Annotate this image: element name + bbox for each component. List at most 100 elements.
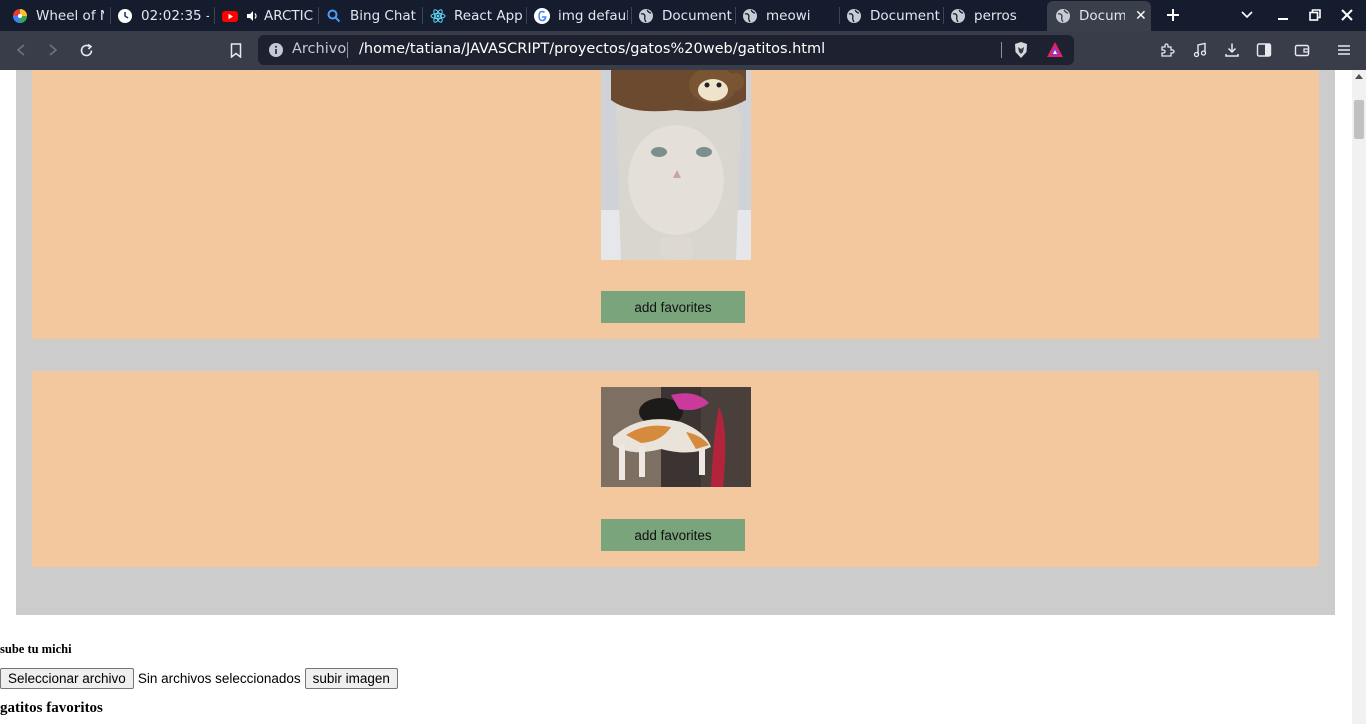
favorites-heading: gatitos favoritos bbox=[0, 700, 103, 716]
tab-label: React App bbox=[454, 7, 522, 24]
url-divider bbox=[1001, 42, 1002, 58]
brave-rewards-icon[interactable] bbox=[1046, 41, 1064, 63]
tab-label: Document bbox=[662, 7, 732, 24]
tab-list-button[interactable] bbox=[1236, 4, 1258, 26]
search-icon bbox=[326, 8, 342, 24]
brave-shield-icon[interactable] bbox=[1012, 41, 1030, 63]
tab-separator bbox=[631, 7, 632, 24]
media-button[interactable] bbox=[1188, 39, 1212, 61]
forward-arrow-icon bbox=[49, 44, 58, 56]
tab-separator bbox=[318, 7, 319, 24]
tab-label: img default bbox=[558, 7, 628, 24]
music-note-icon bbox=[1193, 42, 1207, 58]
forward-button[interactable] bbox=[41, 39, 65, 61]
cats-container: add favorites add favorites bbox=[16, 70, 1335, 615]
google-icon bbox=[534, 7, 550, 24]
bookmark-button[interactable] bbox=[224, 39, 248, 61]
cat-image bbox=[601, 70, 751, 260]
tab-document-2[interactable]: Document bbox=[846, 2, 942, 29]
globe-icon bbox=[846, 8, 862, 24]
scroll-up-arrow-icon[interactable] bbox=[1355, 74, 1363, 79]
cat-photo-monkey-hat bbox=[601, 70, 751, 260]
tab-label: Wheel of N bbox=[36, 7, 104, 24]
tab-label: Bing Chat w bbox=[350, 7, 418, 24]
restore-icon bbox=[1309, 9, 1321, 21]
browser-toolbar: Archivo /home/tatiana/JAVASCRIPT/proyect… bbox=[0, 31, 1366, 70]
tab-perros[interactable]: perros bbox=[950, 2, 1044, 29]
scroll-thumb[interactable] bbox=[1354, 100, 1364, 139]
tab-clock[interactable]: 02:02:35 - C bbox=[117, 2, 209, 29]
page-scrollbar[interactable] bbox=[1352, 70, 1366, 724]
cat-photo-held bbox=[601, 387, 751, 487]
add-favorites-button[interactable]: add favorites bbox=[601, 291, 745, 323]
close-window-button[interactable] bbox=[1336, 4, 1358, 26]
address-bar[interactable]: Archivo /home/tatiana/JAVASCRIPT/proyect… bbox=[258, 35, 1074, 65]
tab-strip: Wheel of N 02:02:35 - C ARCTIC Bing Chat… bbox=[0, 0, 1366, 31]
tab-label: Document bbox=[870, 7, 940, 24]
minimize-icon bbox=[1278, 18, 1288, 20]
minimize-button[interactable] bbox=[1272, 4, 1294, 26]
tab-active-document[interactable]: Docum ✕ bbox=[1047, 1, 1151, 31]
react-icon bbox=[430, 8, 446, 24]
tab-wheel[interactable]: Wheel of N bbox=[12, 2, 104, 29]
clock-icon bbox=[117, 8, 133, 24]
add-favorites-button[interactable]: add favorites bbox=[601, 519, 745, 551]
select-file-button[interactable]: Seleccionar archivo bbox=[0, 667, 134, 689]
tab-separator bbox=[943, 7, 944, 24]
download-icon bbox=[1225, 43, 1239, 57]
info-icon[interactable] bbox=[268, 42, 284, 58]
close-icon bbox=[1341, 9, 1353, 21]
new-tab-button[interactable] bbox=[1162, 4, 1184, 26]
tab-separator bbox=[110, 7, 111, 24]
close-tab-icon[interactable]: ✕ bbox=[1135, 8, 1147, 24]
puzzle-icon bbox=[1161, 43, 1175, 57]
tab-label: perros bbox=[974, 7, 1017, 24]
youtube-icon bbox=[222, 8, 238, 24]
tab-separator bbox=[839, 7, 840, 24]
globe-icon bbox=[638, 8, 654, 24]
plus-icon bbox=[1167, 9, 1179, 21]
menu-button[interactable] bbox=[1332, 39, 1356, 61]
cat-card: add favorites bbox=[32, 371, 1319, 567]
wallet-icon bbox=[1294, 44, 1310, 57]
wallet-button[interactable] bbox=[1290, 39, 1314, 61]
restore-button[interactable] bbox=[1304, 4, 1326, 26]
back-button[interactable] bbox=[9, 39, 33, 61]
sidebar-button[interactable] bbox=[1252, 39, 1276, 61]
reload-button[interactable] bbox=[74, 39, 98, 61]
tab-bing[interactable]: Bing Chat w bbox=[326, 2, 418, 29]
reload-icon bbox=[80, 43, 92, 56]
url-scheme-label: Archivo bbox=[292, 41, 347, 57]
tab-separator bbox=[735, 7, 736, 24]
tab-document-1[interactable]: Document bbox=[638, 2, 734, 29]
globe-icon bbox=[1055, 8, 1071, 24]
hamburger-menu-icon bbox=[1338, 45, 1350, 55]
page-viewport: add favorites add favorites sube tu mich… bbox=[0, 70, 1352, 724]
chevron-down-icon bbox=[1241, 11, 1253, 19]
tab-youtube[interactable]: ARCTIC bbox=[222, 2, 314, 29]
url-divider bbox=[347, 42, 348, 58]
tab-google[interactable]: img default bbox=[534, 2, 628, 29]
tab-react[interactable]: React App bbox=[430, 2, 522, 29]
globe-icon bbox=[950, 8, 966, 24]
tab-meowi[interactable]: meowi bbox=[742, 2, 838, 29]
tab-label: Docum bbox=[1079, 8, 1125, 24]
tab-label: ARCTIC bbox=[264, 7, 314, 24]
upload-form: Seleccionar archivo Sin archivos selecci… bbox=[0, 667, 398, 689]
wheel-icon bbox=[12, 8, 28, 24]
tab-separator bbox=[422, 7, 423, 24]
extensions-button[interactable] bbox=[1155, 39, 1179, 61]
tab-separator bbox=[214, 7, 215, 24]
cat-image bbox=[601, 387, 751, 487]
downloads-button[interactable] bbox=[1220, 39, 1244, 61]
upload-image-button[interactable]: subir imagen bbox=[304, 667, 398, 689]
speaker-icon[interactable] bbox=[246, 10, 258, 22]
url-text[interactable]: /home/tatiana/JAVASCRIPT/proyectos/gatos… bbox=[359, 41, 825, 57]
globe-icon bbox=[742, 8, 758, 24]
bookmark-icon bbox=[230, 42, 242, 58]
cat-card: add favorites bbox=[32, 70, 1319, 339]
upload-section-title: sube tu michi bbox=[0, 642, 72, 656]
tab-label: 02:02:35 - C bbox=[141, 7, 209, 24]
back-arrow-icon bbox=[16, 44, 25, 56]
sidebar-icon bbox=[1256, 43, 1272, 57]
